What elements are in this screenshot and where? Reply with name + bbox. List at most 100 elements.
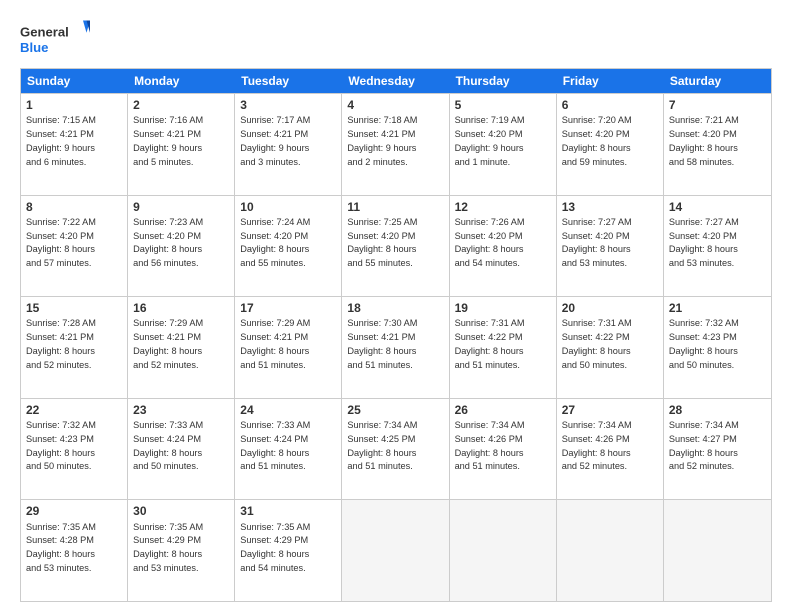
day-number: 14 — [669, 199, 766, 215]
day-info: Sunrise: 7:33 AMSunset: 4:24 PMDaylight:… — [133, 420, 203, 471]
day-info: Sunrise: 7:17 AMSunset: 4:21 PMDaylight:… — [240, 115, 310, 166]
header-day-friday: Friday — [557, 69, 664, 93]
day-number: 9 — [133, 199, 229, 215]
day-number: 17 — [240, 300, 336, 316]
header-day-saturday: Saturday — [664, 69, 771, 93]
svg-text:General: General — [20, 24, 69, 39]
calendar-day-5: 5 Sunrise: 7:19 AMSunset: 4:20 PMDaylight… — [450, 94, 557, 195]
calendar-day-13: 13 Sunrise: 7:27 AMSunset: 4:20 PMDayligh… — [557, 196, 664, 297]
header-day-sunday: Sunday — [21, 69, 128, 93]
day-info: Sunrise: 7:15 AMSunset: 4:21 PMDaylight:… — [26, 115, 96, 166]
page: General Blue SundayMondayTuesdayWednesda… — [0, 0, 792, 612]
logo-svg: General Blue — [20, 16, 90, 60]
calendar-day-16: 16Sunrise: 7:29 AMSunset: 4:21 PMDayligh… — [128, 297, 235, 398]
header: General Blue — [20, 16, 772, 60]
calendar-day-23: 23 Sunrise: 7:33 AMSunset: 4:24 PMDayligh… — [128, 399, 235, 500]
calendar-day-19: 19Sunrise: 7:31 AMSunset: 4:22 PMDayligh… — [450, 297, 557, 398]
calendar-day-18: 18 Sunrise: 7:30 AMSunset: 4:21 PMDayligh… — [342, 297, 449, 398]
day-number: 7 — [669, 97, 766, 113]
day-info: Sunrise: 7:34 AMSunset: 4:26 PMDaylight:… — [455, 420, 525, 471]
day-info: Sunrise: 7:30 AMSunset: 4:21 PMDaylight:… — [347, 318, 417, 369]
calendar-empty — [342, 500, 449, 601]
day-info: Sunrise: 7:32 AMSunset: 4:23 PMDaylight:… — [26, 420, 96, 471]
day-number: 27 — [562, 402, 658, 418]
calendar-day-14: 14 Sunrise: 7:27 AMSunset: 4:20 PMDayligh… — [664, 196, 771, 297]
calendar-empty — [450, 500, 557, 601]
day-info: Sunrise: 7:34 AMSunset: 4:27 PMDaylight:… — [669, 420, 739, 471]
day-info: Sunrise: 7:26 AMSunset: 4:20 PMDaylight:… — [455, 217, 525, 268]
day-number: 15 — [26, 300, 122, 316]
day-info: Sunrise: 7:33 AMSunset: 4:24 PMDaylight:… — [240, 420, 310, 471]
day-info: Sunrise: 7:34 AMSunset: 4:26 PMDaylight:… — [562, 420, 632, 471]
day-info: Sunrise: 7:28 AMSunset: 4:21 PMDaylight:… — [26, 318, 96, 369]
day-number: 11 — [347, 199, 443, 215]
calendar-day-15: 15 Sunrise: 7:28 AMSunset: 4:21 PMDayligh… — [21, 297, 128, 398]
calendar-empty — [557, 500, 664, 601]
day-number: 12 — [455, 199, 551, 215]
day-number: 8 — [26, 199, 122, 215]
day-info: Sunrise: 7:32 AMSunset: 4:23 PMDaylight:… — [669, 318, 739, 369]
svg-text:Blue: Blue — [20, 40, 48, 55]
calendar-day-1: 1 Sunrise: 7:15 AMSunset: 4:21 PMDaylight… — [21, 94, 128, 195]
day-info: Sunrise: 7:23 AMSunset: 4:20 PMDaylight:… — [133, 217, 203, 268]
day-number: 28 — [669, 402, 766, 418]
day-number: 22 — [26, 402, 122, 418]
calendar-day-31: 31Sunrise: 7:35 AMSunset: 4:29 PMDayligh… — [235, 500, 342, 601]
calendar-day-30: 30Sunrise: 7:35 AMSunset: 4:29 PMDayligh… — [128, 500, 235, 601]
day-info: Sunrise: 7:24 AMSunset: 4:20 PMDaylight:… — [240, 217, 310, 268]
day-info: Sunrise: 7:27 AMSunset: 4:20 PMDaylight:… — [562, 217, 632, 268]
day-info: Sunrise: 7:35 AMSunset: 4:29 PMDaylight:… — [240, 522, 310, 573]
calendar-day-10: 10 Sunrise: 7:24 AMSunset: 4:20 PMDayligh… — [235, 196, 342, 297]
day-info: Sunrise: 7:19 AMSunset: 4:20 PMDaylight:… — [455, 115, 525, 166]
calendar-day-11: 11Sunrise: 7:25 AMSunset: 4:20 PMDayligh… — [342, 196, 449, 297]
calendar-day-4: 4Sunrise: 7:18 AMSunset: 4:21 PMDaylight… — [342, 94, 449, 195]
day-number: 1 — [26, 97, 122, 113]
logo: General Blue — [20, 16, 90, 60]
calendar-day-20: 20Sunrise: 7:31 AMSunset: 4:22 PMDayligh… — [557, 297, 664, 398]
day-info: Sunrise: 7:27 AMSunset: 4:20 PMDaylight:… — [669, 217, 739, 268]
day-number: 25 — [347, 402, 443, 418]
day-number: 26 — [455, 402, 551, 418]
calendar-week-3: 15 Sunrise: 7:28 AMSunset: 4:21 PMDayligh… — [21, 296, 771, 398]
day-number: 10 — [240, 199, 336, 215]
header-day-thursday: Thursday — [450, 69, 557, 93]
day-number: 4 — [347, 97, 443, 113]
calendar-day-7: 7 Sunrise: 7:21 AMSunset: 4:20 PMDaylight… — [664, 94, 771, 195]
calendar-empty — [664, 500, 771, 601]
calendar-day-3: 3Sunrise: 7:17 AMSunset: 4:21 PMDaylight… — [235, 94, 342, 195]
day-info: Sunrise: 7:29 AMSunset: 4:21 PMDaylight:… — [133, 318, 203, 369]
day-number: 29 — [26, 503, 122, 519]
calendar-day-28: 28 Sunrise: 7:34 AMSunset: 4:27 PMDayligh… — [664, 399, 771, 500]
day-number: 5 — [455, 97, 551, 113]
calendar-day-17: 17 Sunrise: 7:29 AMSunset: 4:21 PMDayligh… — [235, 297, 342, 398]
day-number: 24 — [240, 402, 336, 418]
calendar-day-8: 8 Sunrise: 7:22 AMSunset: 4:20 PMDaylight… — [21, 196, 128, 297]
day-info: Sunrise: 7:29 AMSunset: 4:21 PMDaylight:… — [240, 318, 310, 369]
day-info: Sunrise: 7:16 AMSunset: 4:21 PMDaylight:… — [133, 115, 203, 166]
calendar-day-26: 26 Sunrise: 7:34 AMSunset: 4:26 PMDayligh… — [450, 399, 557, 500]
day-info: Sunrise: 7:22 AMSunset: 4:20 PMDaylight:… — [26, 217, 96, 268]
day-number: 13 — [562, 199, 658, 215]
header-day-tuesday: Tuesday — [235, 69, 342, 93]
day-number: 30 — [133, 503, 229, 519]
calendar-day-22: 22 Sunrise: 7:32 AMSunset: 4:23 PMDayligh… — [21, 399, 128, 500]
header-day-monday: Monday — [128, 69, 235, 93]
calendar-body: 1 Sunrise: 7:15 AMSunset: 4:21 PMDaylight… — [21, 93, 771, 601]
day-info: Sunrise: 7:21 AMSunset: 4:20 PMDaylight:… — [669, 115, 739, 166]
calendar-week-4: 22 Sunrise: 7:32 AMSunset: 4:23 PMDayligh… — [21, 398, 771, 500]
day-number: 18 — [347, 300, 443, 316]
calendar-header: SundayMondayTuesdayWednesdayThursdayFrid… — [21, 69, 771, 93]
calendar-week-2: 8 Sunrise: 7:22 AMSunset: 4:20 PMDaylight… — [21, 195, 771, 297]
day-number: 23 — [133, 402, 229, 418]
day-number: 21 — [669, 300, 766, 316]
calendar-day-2: 2Sunrise: 7:16 AMSunset: 4:21 PMDaylight… — [128, 94, 235, 195]
day-number: 6 — [562, 97, 658, 113]
calendar-day-9: 9 Sunrise: 7:23 AMSunset: 4:20 PMDaylight… — [128, 196, 235, 297]
calendar-day-6: 6Sunrise: 7:20 AMSunset: 4:20 PMDaylight… — [557, 94, 664, 195]
header-day-wednesday: Wednesday — [342, 69, 449, 93]
calendar-week-1: 1 Sunrise: 7:15 AMSunset: 4:21 PMDaylight… — [21, 93, 771, 195]
calendar-day-27: 27 Sunrise: 7:34 AMSunset: 4:26 PMDayligh… — [557, 399, 664, 500]
calendar-day-21: 21 Sunrise: 7:32 AMSunset: 4:23 PMDayligh… — [664, 297, 771, 398]
day-info: Sunrise: 7:35 AMSunset: 4:28 PMDaylight:… — [26, 522, 96, 573]
calendar-day-12: 12 Sunrise: 7:26 AMSunset: 4:20 PMDayligh… — [450, 196, 557, 297]
